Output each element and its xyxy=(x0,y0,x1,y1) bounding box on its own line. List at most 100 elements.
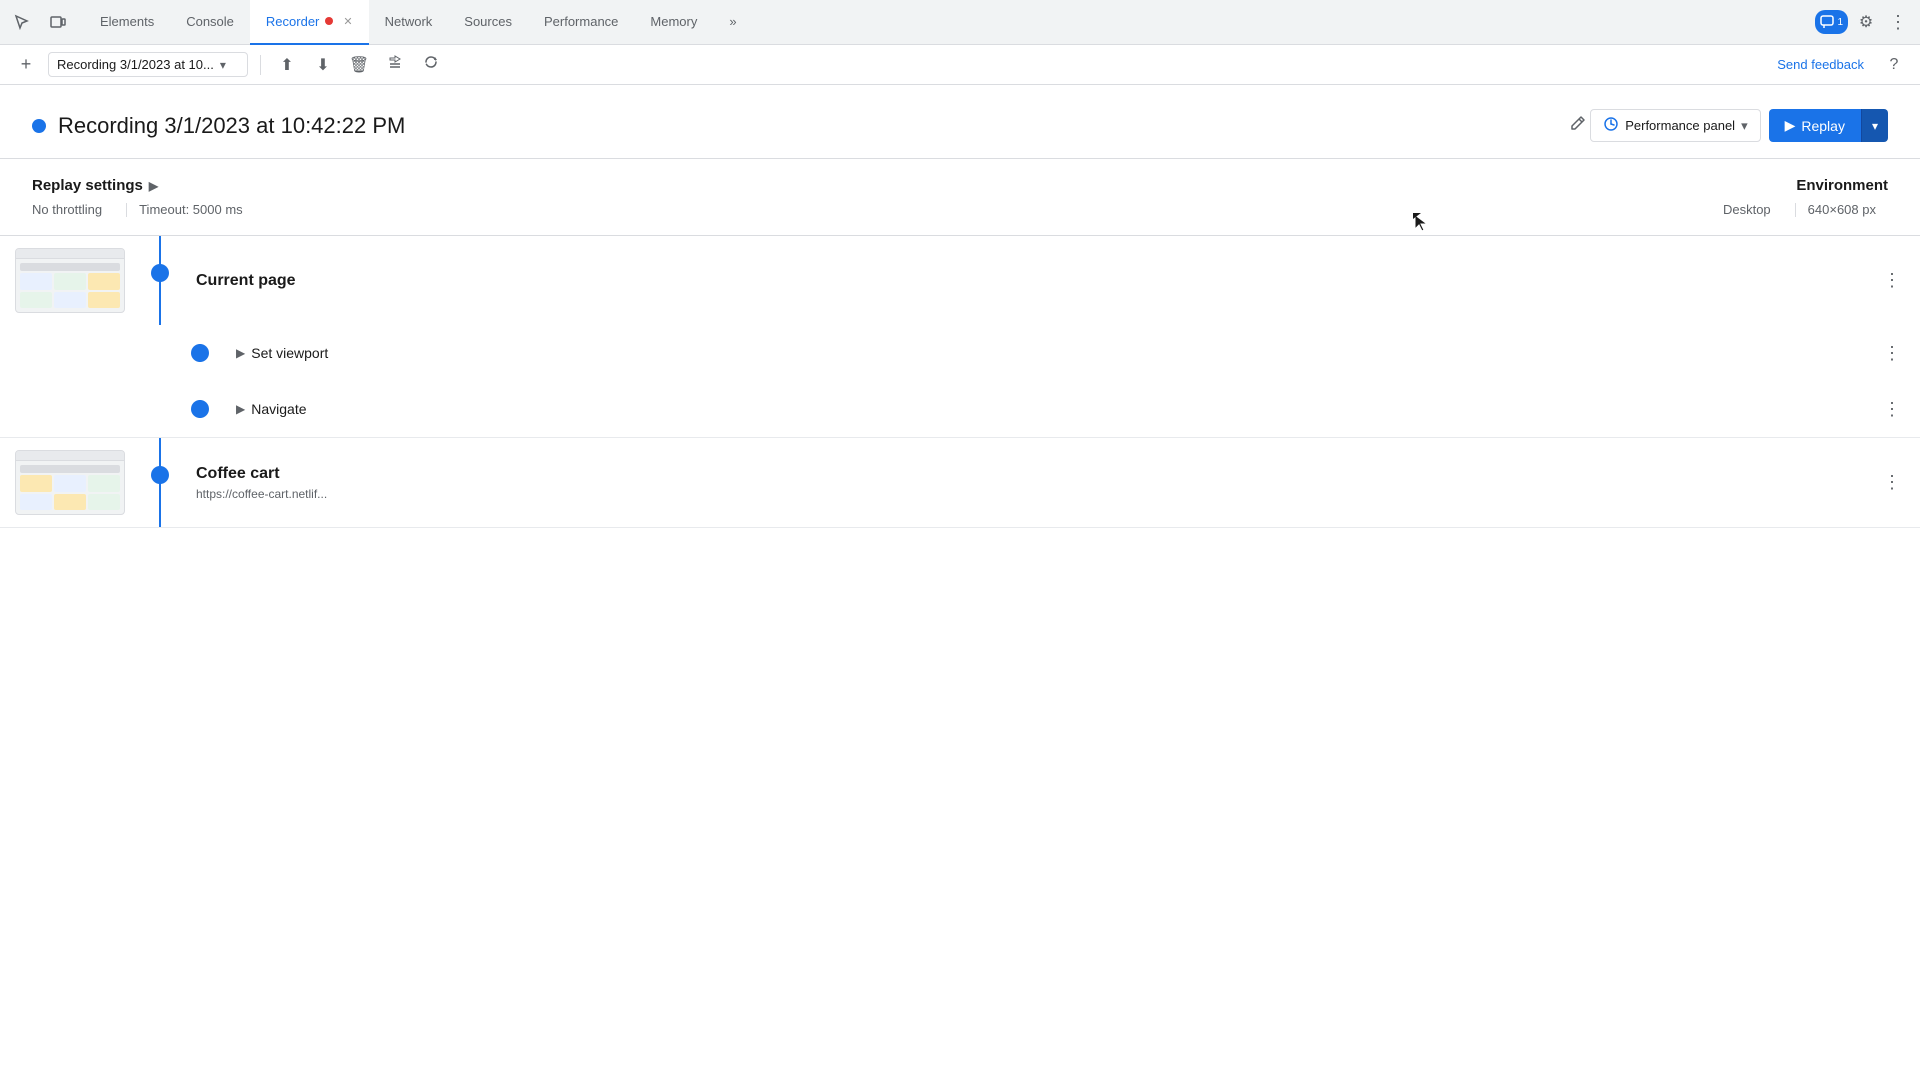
recording-status-dot xyxy=(32,119,46,133)
tab-bar-icons xyxy=(8,8,72,36)
tab-console[interactable]: Console xyxy=(170,0,250,45)
replay-label: Replay xyxy=(1801,118,1845,134)
env-device-value: Desktop xyxy=(1723,202,1783,217)
tab-sources[interactable]: Sources xyxy=(448,0,528,45)
thumb-row-1 xyxy=(20,263,120,271)
replay-dropdown-button[interactable]: ▾ xyxy=(1861,109,1888,142)
inspect-icon[interactable] xyxy=(8,8,36,36)
sub-timeline-navigate xyxy=(180,400,220,418)
send-feedback-button[interactable]: Send feedback xyxy=(1769,53,1872,76)
coffee-cart-url: https://coffee-cart.netlif... xyxy=(196,487,1872,501)
step-content-coffee-cart: Coffee cart https://coffee-cart.netlif..… xyxy=(180,438,1872,527)
settings-left: Replay settings ▶ No throttling Timeout:… xyxy=(32,177,1723,217)
recording-title: Recording 3/1/2023 at 10:42:22 PM xyxy=(58,113,1558,139)
gear-icon[interactable]: ⚙ xyxy=(1852,8,1880,36)
tab-performance[interactable]: Performance xyxy=(528,0,634,45)
more-options-icon[interactable]: ⋮ xyxy=(1884,8,1912,36)
viewport-more-button[interactable]: ⋮ xyxy=(1872,343,1912,364)
replay-dropdown-arrow-icon: ▾ xyxy=(1872,119,1878,133)
tab-more[interactable]: » xyxy=(713,0,752,45)
sub-dot-viewport xyxy=(191,344,209,362)
step-content-current-page: Current page xyxy=(180,236,1872,325)
recording-actions: Performance panel ▾ ▶ Replay ▾ xyxy=(1590,109,1888,142)
recording-selector[interactable]: Recording 3/1/2023 at 10... ▾ xyxy=(48,52,248,77)
navigate-more-button[interactable]: ⋮ xyxy=(1872,399,1912,420)
step-header-current-page: Current page ⋮ xyxy=(0,236,1920,325)
replay-settings-button[interactable] xyxy=(417,51,445,79)
edit-recording-title-button[interactable] xyxy=(1566,111,1590,140)
step-more-button-current-page[interactable]: ⋮ xyxy=(1872,236,1912,325)
step-over-button[interactable] xyxy=(381,51,409,79)
replay-button[interactable]: ▶ Replay xyxy=(1769,109,1861,142)
performance-panel-button[interactable]: Performance panel ▾ xyxy=(1590,109,1760,142)
tab-elements[interactable]: Elements xyxy=(84,0,170,45)
edit-icon xyxy=(1570,118,1586,135)
coffee-cell-5 xyxy=(54,494,86,511)
env-separator xyxy=(1795,203,1796,217)
viewport-expand-icon[interactable]: ▶ xyxy=(236,346,245,360)
tab-memory[interactable]: Memory xyxy=(634,0,713,45)
environment-details: Desktop 640×608 px xyxy=(1723,202,1888,217)
settings-section: Replay settings ▶ No throttling Timeout:… xyxy=(0,159,1920,236)
replay-play-icon: ▶ xyxy=(1785,117,1796,134)
delete-recording-button[interactable]: 🗑 xyxy=(345,51,373,79)
timeline-dot-2 xyxy=(151,466,169,484)
sub-content-viewport: ▶ Set viewport xyxy=(220,333,1872,373)
step-group-current-page: Current page ⋮ ▶ Set viewport ⋮ xyxy=(0,236,1920,438)
recorder-active-dot xyxy=(325,17,333,25)
settings-details: No throttling Timeout: 5000 ms xyxy=(32,202,1723,217)
replay-settings-title[interactable]: Replay settings ▶ xyxy=(32,177,1723,194)
step-timeline-2 xyxy=(140,438,180,527)
current-page-title: Current page xyxy=(196,272,296,290)
tab-network[interactable]: Network xyxy=(369,0,449,45)
coffee-cell-2 xyxy=(54,475,86,492)
replay-button-group: ▶ Replay ▾ xyxy=(1769,109,1888,142)
sub-steps-current-page: ▶ Set viewport ⋮ ▶ Navigate ⋮ xyxy=(180,325,1920,437)
toolbar-divider-1 xyxy=(260,55,261,75)
replay-settings-icon xyxy=(423,54,439,75)
step-more-button-coffee-cart[interactable]: ⋮ xyxy=(1872,438,1912,527)
viewport-label: Set viewport xyxy=(251,345,328,361)
chat-badge[interactable]: 1 xyxy=(1815,10,1848,34)
tab-more-label: » xyxy=(729,14,736,29)
tab-recorder[interactable]: Recorder ✕ xyxy=(250,0,369,45)
tab-bar: Elements Console Recorder ✕ Network Sour… xyxy=(0,0,1920,45)
thumb-grid xyxy=(20,273,120,308)
help-button[interactable]: ? xyxy=(1880,51,1908,79)
tab-bar-right: 1 ⚙ ⋮ xyxy=(1815,8,1912,36)
coffee-cell-3 xyxy=(88,475,120,492)
perf-panel-icon xyxy=(1603,116,1619,135)
thumb-cell-4 xyxy=(20,292,52,309)
tab-elements-label: Elements xyxy=(100,14,154,29)
download-icon: ⬇ xyxy=(316,55,329,75)
thumb-cell-1 xyxy=(20,273,52,290)
step-over-icon xyxy=(387,54,403,75)
export-recording-button[interactable]: ⬆ xyxy=(273,51,301,79)
settings-right: Environment Desktop 640×608 px xyxy=(1723,177,1888,217)
toggle-device-toolbar-icon[interactable] xyxy=(44,8,72,36)
coffee-cell-1 xyxy=(20,475,52,492)
settings-expand-icon: ▶ xyxy=(149,179,158,193)
thumb-header xyxy=(16,249,124,259)
sub-timeline-viewport xyxy=(180,344,220,362)
replay-settings-label: Replay settings xyxy=(32,177,143,194)
recording-selector-chevron-icon: ▾ xyxy=(220,58,226,72)
settings-separator xyxy=(126,203,127,217)
navigate-expand-icon[interactable]: ▶ xyxy=(236,402,245,416)
step-group-coffee-cart: Coffee cart https://coffee-cart.netlif..… xyxy=(0,438,1920,528)
thumb-cell-6 xyxy=(88,292,120,309)
step-label-current-page: Current page xyxy=(196,272,1872,290)
upload-icon: ⬆ xyxy=(280,55,293,75)
thumb-cell-5 xyxy=(54,292,86,309)
import-recording-button[interactable]: ⬇ xyxy=(309,51,337,79)
step-thumbnail-coffee-cart xyxy=(0,438,140,527)
add-recording-button[interactable]: + xyxy=(12,51,40,79)
throttling-value: No throttling xyxy=(32,202,114,217)
tab-recorder-close[interactable]: ✕ xyxy=(343,15,352,28)
recorder-toolbar: + Recording 3/1/2023 at 10... ▾ ⬆ ⬇ 🗑 xyxy=(0,45,1920,85)
tab-sources-label: Sources xyxy=(464,14,512,29)
delete-icon: 🗑 xyxy=(349,55,369,75)
chat-count: 1 xyxy=(1837,17,1843,28)
sub-content-navigate: ▶ Navigate xyxy=(220,389,1872,429)
navigate-label: Navigate xyxy=(251,401,306,417)
